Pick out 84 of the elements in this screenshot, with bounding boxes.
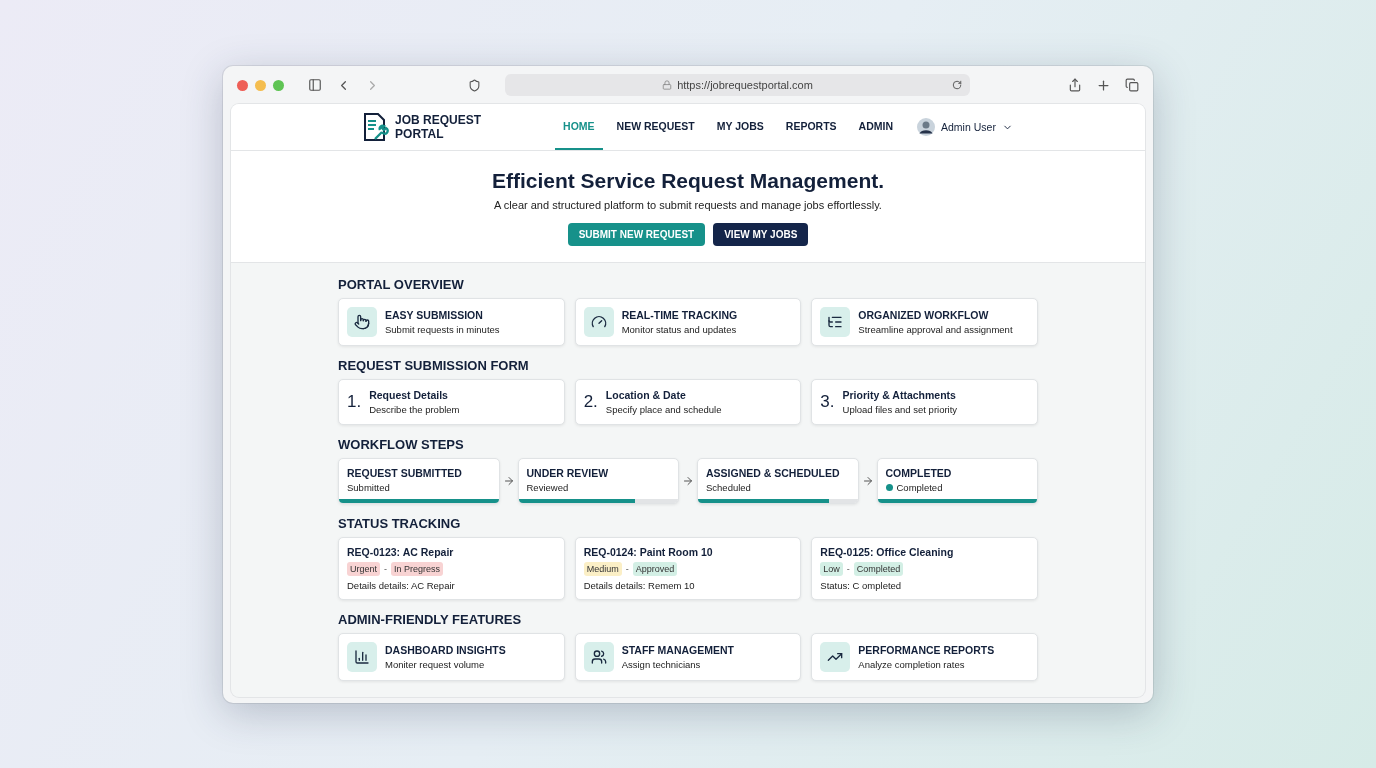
tag-separator: -: [384, 564, 387, 574]
reload-icon[interactable]: [952, 80, 962, 90]
card-description: Streamline approval and assignment: [858, 324, 1013, 335]
bar-chart-icon: [354, 649, 370, 665]
status-tag: Low: [820, 562, 843, 576]
card-description: Specify place and schedule: [605, 404, 722, 415]
nav-link[interactable]: ADMIN: [850, 104, 902, 150]
hero-subtitle: A clear and structured platform to submit requests and manage jobs effortlessly.: [494, 199, 882, 211]
request-detail: Details details: Remem 10: [583, 580, 696, 591]
address-bar[interactable]: https://jobrequestportal.com: [505, 74, 970, 96]
logo-icon: [363, 112, 390, 142]
url-text: https://jobrequestportal.com: [677, 79, 813, 91]
hero-title: Efficient Service Request Management.: [491, 169, 885, 193]
user-menu[interactable]: Admin User: [917, 104, 1013, 150]
users-icon: [590, 649, 607, 665]
nav-link[interactable]: NEW REQUEST: [608, 104, 703, 150]
request-detail: Status: C ompleted: [820, 580, 903, 591]
card-title: Request Details: [369, 389, 449, 401]
card-description: Submit requests in minutes: [385, 324, 500, 335]
card-title: DASHBOARD INSIGHTS: [385, 644, 506, 656]
share-icon[interactable]: [1068, 78, 1082, 92]
tabs-icon[interactable]: [1125, 78, 1139, 92]
form-step-card[interactable]: 3. Priority & Attachments Upload files and set priority: [811, 379, 1038, 425]
card-description: Describe the problem: [369, 404, 460, 415]
step-title: REQUEST SUBMITTED: [347, 467, 463, 479]
request-card[interactable]: REQ-0123: AC Repair Urgent - In Pregress Details details: AC Repair: [338, 537, 565, 600]
section-title: ADMIN-FRIENDLY FEATURES: [338, 612, 523, 627]
logo-text: JOB REQUEST PORTAL: [395, 113, 483, 141]
gauge-icon: [590, 314, 607, 330]
arrow-right-icon: [861, 475, 874, 487]
tag-separator: -: [625, 564, 629, 574]
request-title: REQ-0124: Paint Room 10: [583, 546, 714, 558]
status-tag: Completed: [853, 562, 904, 576]
step-number: 2.: [583, 392, 598, 412]
request-card[interactable]: REQ-0124: Paint Room 10 Medium - Approved Details details: Remem 10: [574, 537, 802, 600]
form-step-card[interactable]: 2. Location & Date Specify place and schedule: [574, 379, 802, 425]
status-tag: In Pregress: [391, 562, 444, 576]
avatar-icon: [917, 118, 936, 136]
card-description: Upload files and set priority: [842, 404, 958, 415]
shield-icon[interactable]: [468, 78, 481, 92]
status-tag: Urgent: [347, 562, 380, 576]
nav-link[interactable]: REPORTS: [777, 104, 845, 150]
step-status: Completed: [896, 482, 943, 493]
card-title: ORGANIZED WORKFLOW: [858, 309, 990, 321]
status-tag: Approved: [632, 562, 678, 576]
step-title: ASSIGNED & SCHEDULED: [706, 467, 841, 479]
card-title: EASY SUBMISSION: [385, 309, 484, 321]
submit-request-button[interactable]: SUBMIT NEW REQUEST: [567, 223, 706, 246]
request-title: REQ-0125: Office Cleaning: [820, 546, 955, 558]
section-title: PORTAL OVERVIEW: [338, 277, 465, 292]
nav-link[interactable]: MY JOBS: [708, 104, 772, 150]
hand-pointer-icon: [354, 314, 370, 330]
tag-separator: -: [846, 564, 850, 574]
card-title: PERFORMANCE REPORTS: [858, 644, 995, 656]
card-title: STAFF MANAGEMENT: [621, 644, 735, 656]
request-card[interactable]: REQ-0125: Office Cleaning Low - Completed Status: C ompleted: [811, 537, 1038, 600]
card-description: Moniter request volume: [385, 659, 486, 670]
lock-icon: [662, 80, 673, 90]
close-button[interactable]: [237, 79, 248, 91]
card-title: Priority & Attachments: [842, 389, 957, 401]
card-description: Assign technicians: [621, 659, 702, 670]
card-description: Monitor status and updates: [621, 324, 738, 335]
card-title: REAL-TIME TRACKING: [621, 309, 738, 321]
request-detail: Details details: AC Repair: [347, 580, 456, 591]
new-tab-icon[interactable]: [1096, 77, 1111, 93]
step-title: UNDER REVIEW: [526, 467, 610, 479]
sidebar-icon[interactable]: [308, 78, 322, 92]
step-status: Reviewed: [526, 482, 569, 493]
arrow-right-icon: [502, 475, 515, 487]
arrow-right-icon: [682, 475, 694, 487]
request-title: REQ-0123: AC Repair: [347, 546, 455, 558]
step-number: 3.: [820, 392, 835, 412]
status-tag: Medium: [583, 562, 622, 576]
card-title: Location & Date: [605, 389, 687, 401]
step-status: Scheduled: [706, 482, 751, 493]
step-status: Submitted: [347, 482, 390, 493]
card-description: Analyze completion rates: [858, 659, 966, 670]
section-title: STATUS TRACKING: [338, 516, 462, 531]
list-tree-icon: [827, 314, 844, 330]
step-number: 1.: [347, 392, 362, 412]
step-title: COMPLETED: [885, 467, 953, 479]
section-title: REQUEST SUBMISSION FORM: [338, 358, 530, 373]
section-title: WORKFLOW STEPS: [338, 437, 465, 452]
view-jobs-button[interactable]: VIEW MY JOBS: [713, 223, 809, 246]
